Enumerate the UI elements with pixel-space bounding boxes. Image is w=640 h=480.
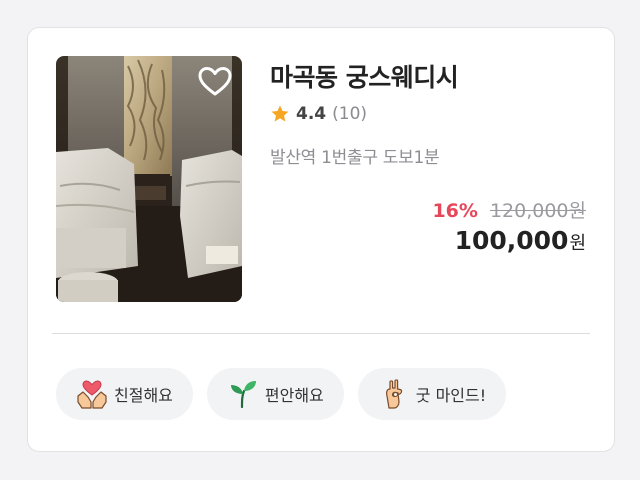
- product-card[interactable]: 마곡동 궁스웨디시 4.4 (10) 발산역 1번출구 도보1분 16% 120…: [27, 27, 615, 452]
- ok-hand-icon: [385, 379, 402, 409]
- rating-value: 4.4: [296, 104, 327, 124]
- star-icon: [271, 105, 289, 122]
- divider: [52, 333, 590, 334]
- discount-rate: 16%: [432, 200, 478, 222]
- sprout-icon: [230, 381, 256, 409]
- discount-row: 16% 120,000원: [432, 196, 586, 223]
- product-title[interactable]: 마곡동 궁스웨디시: [270, 58, 459, 94]
- tag-comfortable-label: 편안해요: [264, 386, 324, 405]
- sale-price-amount: 100,000: [454, 226, 569, 255]
- tag-good-mind-label: 굿 마인드!: [415, 386, 487, 405]
- tag-kind[interactable]: 친절해요: [56, 368, 193, 420]
- review-count[interactable]: (10): [332, 104, 367, 124]
- tag-good-mind[interactable]: 굿 마인드!: [357, 368, 507, 420]
- hands-heart-icon: [77, 380, 107, 409]
- favorite-heart-icon[interactable]: [198, 66, 232, 98]
- sale-price: 100,000원: [455, 226, 586, 255]
- sale-price-unit: 원: [569, 233, 586, 254]
- tag-kind-label: 친절해요: [114, 386, 173, 405]
- product-image[interactable]: [56, 56, 242, 302]
- rating: 4.4 (10): [270, 102, 367, 126]
- review-tag-list: 친절해요 편안해요 굿 마인드!: [56, 368, 507, 420]
- tag-comfortable[interactable]: 편안해요: [206, 368, 344, 420]
- location-text: 발산역 1번출구 도보1분: [270, 148, 440, 168]
- original-price: 120,000원: [489, 200, 586, 222]
